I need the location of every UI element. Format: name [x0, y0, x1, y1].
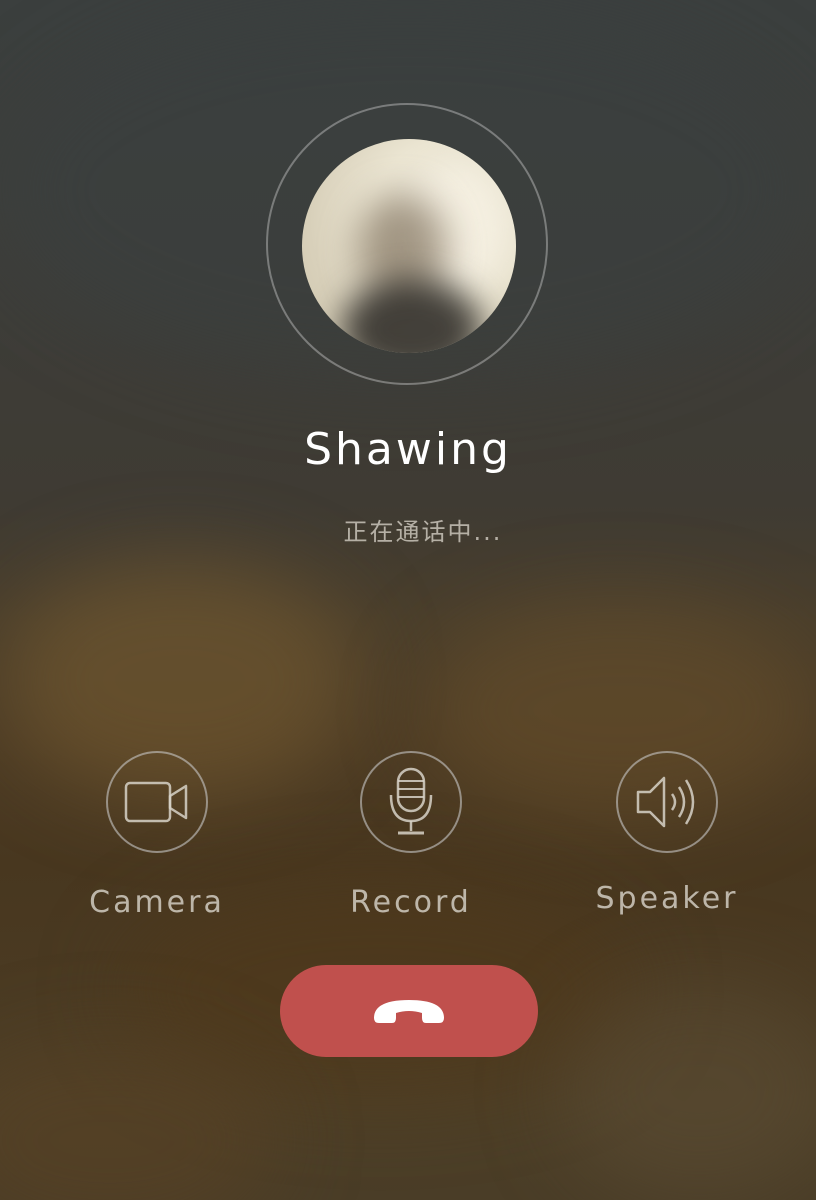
record-label: Record — [350, 885, 472, 920]
video-camera-icon — [124, 781, 188, 823]
speaker-icon — [636, 776, 695, 828]
microphone-icon — [389, 767, 433, 835]
call-status: 正在通话中... — [343, 518, 503, 546]
hang-up-phone-icon — [374, 1000, 444, 1023]
speaker-label: Speaker — [595, 881, 739, 916]
background-blur — [560, 980, 816, 1200]
camera-button[interactable]: Camera — [57, 751, 257, 920]
speaker-button[interactable]: Speaker — [567, 751, 767, 916]
record-button-circle[interactable] — [360, 751, 462, 853]
camera-button-circle[interactable] — [106, 751, 208, 853]
record-button[interactable]: Record — [311, 751, 511, 920]
call-screen: Shawing 正在通话中... Camera Record Speaker — [0, 0, 816, 1200]
caller-name: Shawing — [304, 424, 512, 475]
camera-label: Camera — [89, 885, 225, 920]
caller-avatar — [302, 139, 516, 353]
hang-up-button[interactable] — [280, 965, 538, 1057]
speaker-button-circle[interactable] — [616, 751, 718, 853]
